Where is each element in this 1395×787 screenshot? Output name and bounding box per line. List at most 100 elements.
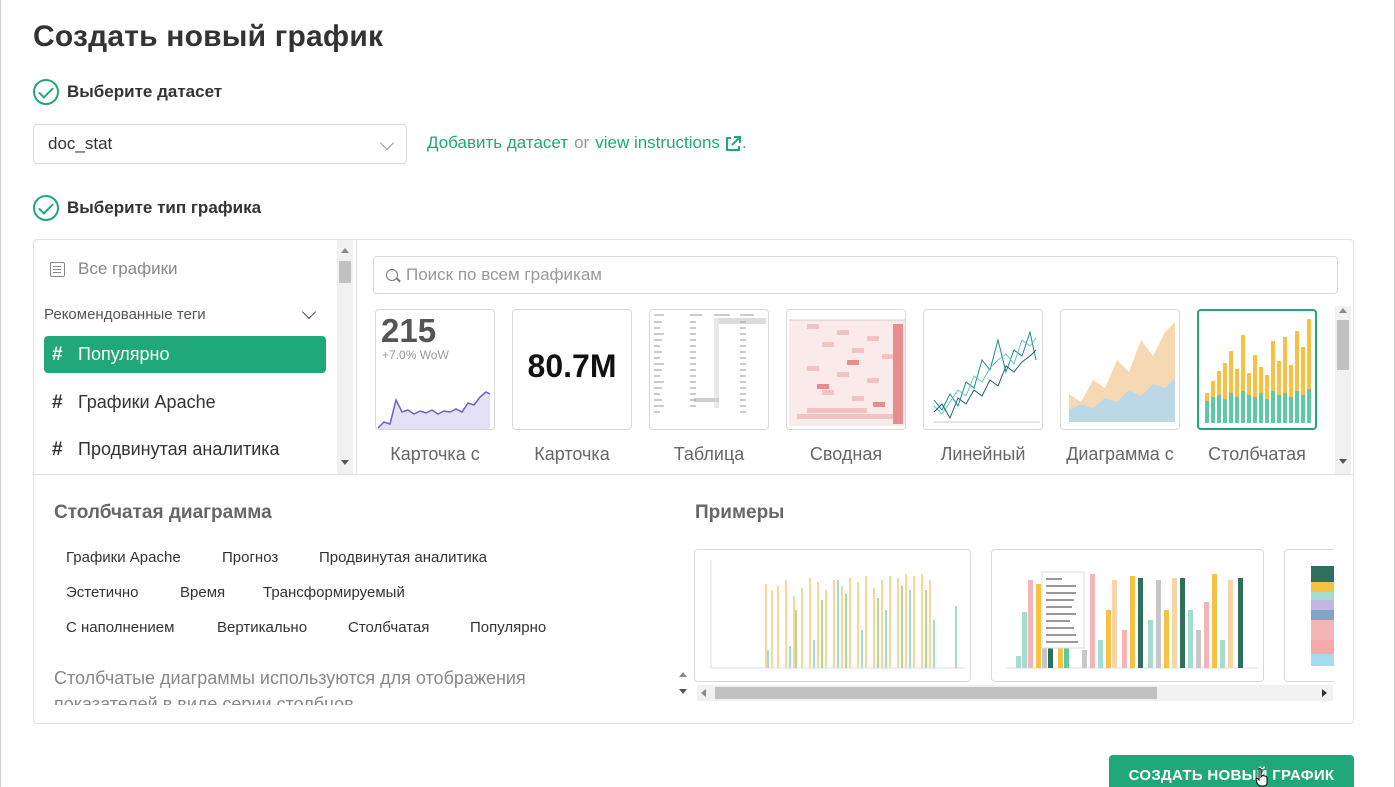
- search-box[interactable]: [373, 256, 1338, 294]
- chart-type-panel: Все графики Рекомендованные теги # Попул…: [33, 239, 1354, 724]
- scroll-down-arrow-icon[interactable]: [341, 460, 349, 465]
- external-link-icon[interactable]: [724, 135, 741, 151]
- tag: Столбчатая: [348, 619, 430, 636]
- thumbnail-label: Линейный: [940, 444, 1026, 464]
- pivot-table-preview-image: [789, 319, 905, 426]
- scroll-up-arrow-icon[interactable]: [679, 672, 687, 677]
- example-grouped-bar-image: [1006, 571, 1258, 669]
- chart-thumbnail-area-chart[interactable]: Диаграмма с: [1060, 309, 1180, 465]
- example-image-3[interactable]: [1284, 549, 1334, 682]
- scroll-up-arrow-icon[interactable]: [341, 248, 349, 253]
- list-icon: [50, 261, 65, 277]
- tag: Время: [180, 584, 226, 601]
- gallery-scrollbar[interactable]: [1335, 306, 1351, 474]
- sidebar-item-label: Графики Apache: [78, 392, 216, 412]
- thumbnail-label: Карточка: [534, 444, 610, 464]
- step-dataset: Выберите датасет: [33, 79, 222, 105]
- example-image-2[interactable]: [991, 549, 1264, 682]
- sidebar-item-label: Продвинутая аналитика: [78, 439, 280, 459]
- scrollbar-thumb[interactable]: [339, 261, 351, 283]
- tag-sidebar: Все графики Рекомендованные теги # Попул…: [34, 240, 357, 474]
- chart-thumbnail-line-chart[interactable]: Линейный: [923, 309, 1043, 465]
- thumbnail-big-number: 80.7M: [527, 348, 617, 384]
- thumbnail-image: [1060, 309, 1180, 430]
- examples-title: Примеры: [695, 502, 785, 523]
- scrollbar-thumb[interactable]: [715, 687, 1157, 699]
- tag: Графики Apache: [66, 549, 181, 566]
- hash-icon: #: [52, 343, 63, 365]
- tag: Вертикально: [217, 619, 308, 636]
- tag: Прогноз: [222, 549, 279, 566]
- thumbnail-image: [786, 309, 906, 430]
- tag: Трансформируемый: [263, 584, 405, 601]
- dataset-select-value: doc_stat: [48, 134, 113, 153]
- chart-thumbnail-big-number[interactable]: 80.7M Карточка: [512, 309, 632, 465]
- hash-icon: #: [52, 391, 63, 413]
- thumbnail-big-number: 215: [381, 312, 437, 349]
- sidebar-item-advanced[interactable]: # Продвинутая аналитика: [44, 431, 326, 468]
- chevron-down-icon[interactable]: [301, 304, 317, 320]
- chart-thumbnail-big-number-trendline[interactable]: 215 +7.0% WoW Карточка с: [375, 309, 495, 465]
- example-stacked-bar-image: [1311, 566, 1334, 666]
- thumbnail-label: Диаграмма с: [1066, 444, 1174, 464]
- tag: Популярно: [470, 619, 547, 636]
- chevron-down-icon: [379, 135, 395, 151]
- create-new-chart-button[interactable]: СОЗДАТЬ НОВЫЙ ГРАФИК: [1109, 755, 1354, 787]
- chart-thumbnail-pivot-table[interactable]: Сводная: [786, 309, 906, 465]
- line-chart-preview-image: [933, 330, 1040, 423]
- tag: Эстетично: [66, 584, 139, 601]
- thumbnail-label: Сводная: [809, 444, 883, 464]
- scroll-right-arrow-icon[interactable]: [1322, 689, 1327, 697]
- example-bar-chart-image: [710, 560, 965, 669]
- chart-thumbnail-table[interactable]: Таблица: [649, 309, 769, 465]
- sidebar-item-apache[interactable]: # Графики Apache: [44, 384, 326, 421]
- scroll-down-arrow-icon[interactable]: [679, 689, 687, 694]
- thumbnail-subheader: +7.0% WoW: [382, 348, 449, 362]
- scroll-down-arrow-icon[interactable]: [1339, 459, 1347, 464]
- thumbnail-image: 80.7M: [512, 309, 632, 430]
- example-image-1[interactable]: [694, 549, 971, 682]
- scrollbar-thumb[interactable]: [1337, 320, 1349, 370]
- scroll-left-arrow-icon[interactable]: [701, 689, 706, 697]
- page-title: Создать новый график: [33, 20, 384, 53]
- sidebar-scrollbar[interactable]: [337, 240, 353, 474]
- thumbnail-image: [1197, 309, 1317, 430]
- thumbnail-image: 215 +7.0% WoW: [375, 309, 495, 430]
- hash-icon: #: [52, 438, 63, 460]
- sidebar-item-popular[interactable]: # Популярно: [44, 336, 326, 373]
- bar-chart-preview-image: [1205, 319, 1311, 423]
- view-instructions-link[interactable]: view instructions: [595, 133, 720, 153]
- chart-details-title: Столбчатая диаграмма: [54, 502, 272, 523]
- or-text: or: [574, 133, 590, 152]
- table-preview-image: [654, 314, 766, 413]
- sidebar-item-all-charts[interactable]: Все графики: [50, 259, 178, 279]
- sidebar-item-label: Популярно: [78, 344, 170, 364]
- chart-description: Столбчатые диаграммы используются для от…: [54, 668, 526, 705]
- chart-thumbnail-bar-chart[interactable]: Столбчатая: [1197, 309, 1317, 465]
- tag: Продвинутая аналитика: [319, 549, 487, 566]
- sidebar-item-label: Все графики: [78, 259, 178, 278]
- dataset-links: Добавить датасет or view instructions .: [427, 133, 747, 153]
- thumbnail-label: Столбчатая: [1208, 444, 1306, 464]
- thumbnail-grid: 215 +7.0% WoW Карточка с 80.7M Карточка: [375, 309, 1325, 469]
- hand-cursor-icon: [1255, 768, 1268, 787]
- tag: С наполнением: [66, 619, 175, 636]
- scroll-up-arrow-icon[interactable]: [1339, 308, 1347, 313]
- thumbnail-image: [649, 309, 769, 430]
- area-chart-preview-image: [1069, 322, 1175, 422]
- recommended-tags-heading[interactable]: Рекомендованные теги: [44, 306, 206, 323]
- period-text: .: [741, 133, 747, 152]
- search-input[interactable]: [406, 265, 1306, 285]
- dataset-select[interactable]: doc_stat: [33, 124, 407, 164]
- add-dataset-link[interactable]: Добавить датасет: [427, 133, 568, 153]
- examples-gallery: [694, 549, 1334, 685]
- examples-scrollbar[interactable]: [697, 685, 1333, 701]
- thumbnail-label: Карточка с: [390, 444, 480, 464]
- step-chart-type-label: Выберите тип графика: [67, 198, 262, 217]
- chart-gallery: 215 +7.0% WoW Карточка с 80.7M Карточка: [358, 240, 1353, 474]
- chart-details: Столбчатая диаграмма Графики Apache Прог…: [34, 474, 1353, 723]
- step-chart-type: Выберите тип графика: [33, 195, 261, 221]
- trendline-image: [377, 391, 491, 429]
- check-circle-icon: [33, 79, 59, 105]
- thumbnail-image: [923, 309, 1043, 430]
